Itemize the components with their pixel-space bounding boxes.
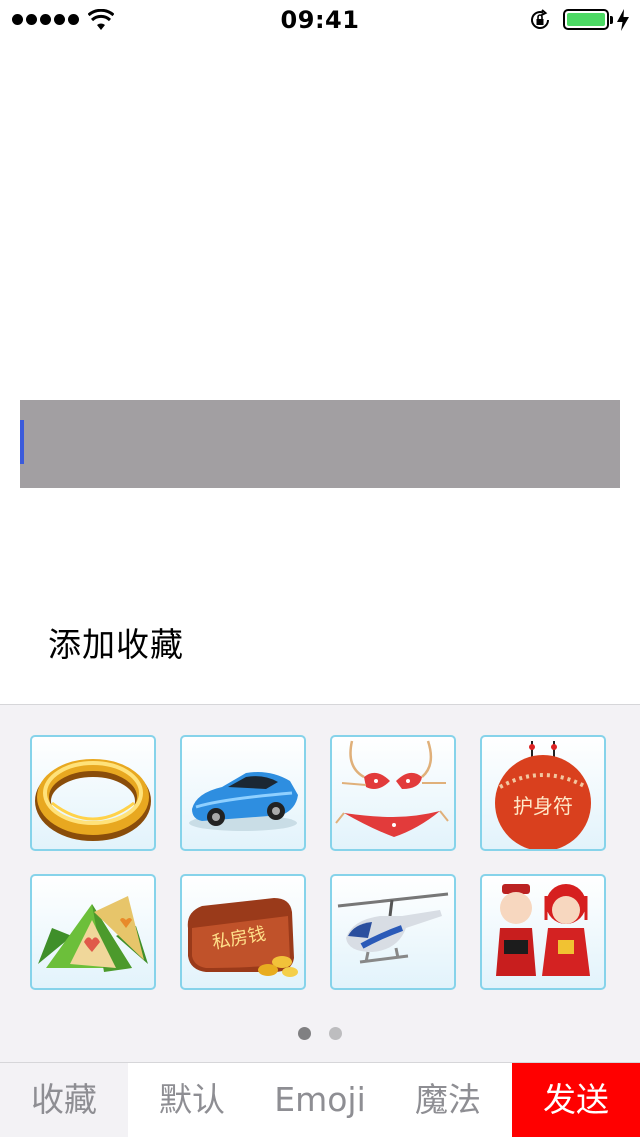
blue-sports-car-icon <box>189 772 298 831</box>
tab-emoji[interactable]: Emoji <box>256 1063 384 1137</box>
add-favorite-button[interactable]: 添加收藏 <box>48 618 184 666</box>
tab-magic[interactable]: 魔法 <box>384 1063 512 1137</box>
page-dot-2[interactable] <box>329 1027 342 1040</box>
page-indicator <box>0 1027 640 1040</box>
tab-favorites[interactable]: 收藏 <box>0 1063 128 1137</box>
page-dot-1[interactable] <box>298 1027 311 1040</box>
gift-panel: 护身符 私房钱 <box>0 704 640 1063</box>
gift-cell-4[interactable]: 护身符 <box>480 735 606 851</box>
charging-bolt-icon <box>617 9 629 31</box>
text-cursor <box>20 420 24 464</box>
zongzi-icon <box>38 896 148 972</box>
gold-ring-icon <box>35 759 151 841</box>
amulet-icon: 护身符 <box>495 741 591 849</box>
gift-cell-7[interactable] <box>330 874 456 990</box>
wedding-couple-icon <box>496 884 590 976</box>
private-money-wallet-icon: 私房钱 <box>187 898 298 977</box>
gift-cell-2[interactable] <box>180 735 306 851</box>
message-input[interactable] <box>20 400 620 488</box>
amulet-label: 护身符 <box>513 794 573 818</box>
bikini-icon <box>335 740 449 837</box>
status-bar: 09:41 <box>0 0 640 40</box>
battery-tip <box>610 16 613 24</box>
gift-cell-1[interactable] <box>30 735 156 851</box>
gift-cell-5[interactable] <box>30 874 156 990</box>
gift-cell-3[interactable] <box>330 735 456 851</box>
gift-cell-6[interactable]: 私房钱 <box>180 874 306 990</box>
send-button[interactable]: 发送 <box>512 1063 640 1137</box>
battery-icon <box>563 9 609 30</box>
emoji-category-tabs: 收藏 默认 Emoji 魔法 发送 <box>0 1062 640 1137</box>
gift-cell-8[interactable] <box>480 874 606 990</box>
helicopter-icon <box>337 892 449 964</box>
rotation-lock-icon <box>531 9 549 29</box>
tab-default[interactable]: 默认 <box>128 1063 256 1137</box>
